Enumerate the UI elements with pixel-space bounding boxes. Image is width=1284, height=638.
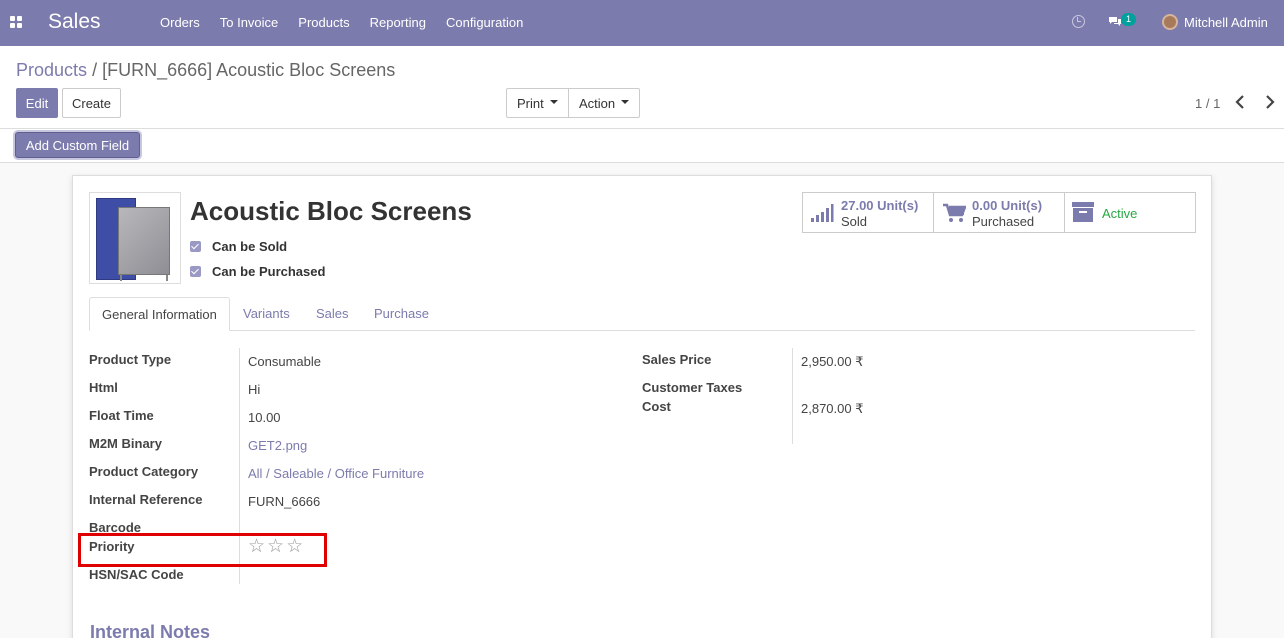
float-time-value: 10.00 bbox=[248, 410, 281, 425]
product-category-link[interactable]: All / Saleable / Office Furniture bbox=[248, 466, 424, 481]
product-type-label: Product Type bbox=[89, 352, 172, 367]
menu-orders[interactable]: Orders bbox=[150, 15, 210, 30]
sold-smart-button[interactable]: 27.00 Unit(s) Sold bbox=[803, 193, 934, 232]
chevron-right-icon[interactable] bbox=[1262, 94, 1276, 110]
add-custom-field-button[interactable]: Add Custom Field bbox=[15, 132, 140, 158]
caret-down-icon bbox=[621, 100, 630, 105]
can-be-purchased-row: Can be Purchased bbox=[190, 264, 325, 279]
hsn-sac-code-label: HSN/SAC Code bbox=[89, 567, 184, 582]
breadcrumb-current: [FURN_6666] Acoustic Bloc Screens bbox=[102, 60, 396, 80]
breadcrumb-separator: / bbox=[92, 60, 98, 80]
product-image[interactable] bbox=[89, 192, 181, 284]
chat-icon[interactable] bbox=[1108, 16, 1122, 27]
sold-value: 27.00 Unit(s) bbox=[841, 198, 919, 213]
html-value: Hi bbox=[248, 382, 261, 397]
purchased-label: Purchased bbox=[972, 214, 1035, 229]
cost-label: Cost bbox=[642, 399, 671, 414]
product-title: Acoustic Bloc Screens bbox=[190, 196, 472, 226]
screen-leg bbox=[166, 275, 168, 281]
internal-notes-title: Internal Notes bbox=[90, 622, 211, 638]
tab-sales[interactable]: Sales bbox=[304, 297, 361, 331]
action-label: Action bbox=[579, 95, 616, 111]
pager-value[interactable]: 1 / 1 bbox=[1195, 96, 1220, 111]
tab-variants[interactable]: Variants bbox=[231, 297, 302, 331]
print-dropdown-button[interactable]: Print bbox=[506, 88, 569, 118]
tab-purchase[interactable]: Purchase bbox=[362, 297, 441, 331]
sales-price-label: Sales Price bbox=[642, 352, 712, 367]
form-sheet: Acoustic Bloc Screens Can be Sold Can be… bbox=[72, 175, 1212, 638]
active-toggle-button[interactable]: Active bbox=[1065, 193, 1195, 232]
create-button[interactable]: Create bbox=[62, 88, 121, 118]
active-label: Active bbox=[1102, 206, 1138, 221]
top-navbar: Sales Orders To Invoice Products Reporti… bbox=[0, 0, 1284, 46]
breadcrumb: Products / [FURN_6666] Acoustic Bloc Scr… bbox=[16, 60, 395, 81]
form-tabs: General Information Variants Sales Purch… bbox=[89, 297, 1195, 331]
sales-price-value: 2,950.00 ₹ bbox=[801, 354, 864, 369]
internal-reference-label: Internal Reference bbox=[89, 492, 203, 507]
menu-products[interactable]: Products bbox=[288, 15, 359, 30]
apps-grid-icon[interactable] bbox=[10, 16, 22, 28]
user-avatar[interactable] bbox=[1162, 14, 1178, 30]
chat-count-badge: 1 bbox=[1121, 13, 1137, 26]
priority-highlight-box bbox=[78, 533, 327, 567]
control-panel: Products / [FURN_6666] Acoustic Bloc Scr… bbox=[0, 46, 1284, 129]
internal-reference-value: FURN_6666 bbox=[248, 494, 321, 509]
purchased-value: 0.00 Unit(s) bbox=[972, 198, 1043, 213]
action-dropdown-button[interactable]: Action bbox=[568, 88, 640, 118]
can-be-sold-row: Can be Sold bbox=[190, 239, 287, 254]
can-be-sold-checkbox[interactable] bbox=[190, 241, 201, 252]
chevron-left-icon[interactable] bbox=[1234, 94, 1248, 110]
print-label: Print bbox=[517, 95, 544, 111]
edit-button[interactable]: Edit bbox=[16, 88, 58, 118]
breadcrumb-products-link[interactable]: Products bbox=[16, 60, 87, 80]
cost-value: 2,870.00 ₹ bbox=[801, 401, 864, 416]
m2m-binary-label: M2M Binary bbox=[89, 436, 162, 451]
archive-icon bbox=[1072, 202, 1094, 222]
m2m-binary-link[interactable]: GET2.png bbox=[248, 438, 307, 453]
menu-to-invoice[interactable]: To Invoice bbox=[210, 15, 289, 30]
main-menu: Orders To Invoice Products Reporting Con… bbox=[150, 15, 533, 30]
screen-panel-front bbox=[118, 207, 170, 275]
can-be-purchased-checkbox[interactable] bbox=[190, 266, 201, 277]
screen-leg bbox=[120, 275, 122, 281]
can-be-purchased-label: Can be Purchased bbox=[212, 264, 326, 279]
float-time-label: Float Time bbox=[89, 408, 154, 423]
menu-reporting[interactable]: Reporting bbox=[360, 15, 436, 30]
menu-configuration[interactable]: Configuration bbox=[436, 15, 533, 30]
shopping-cart-icon bbox=[943, 203, 966, 222]
product-category-label: Product Category bbox=[89, 464, 199, 479]
can-be-sold-label: Can be Sold bbox=[212, 239, 288, 254]
app-brand[interactable]: Sales bbox=[48, 10, 101, 34]
customer-taxes-label: Customer Taxes bbox=[642, 380, 743, 395]
sold-label: Sold bbox=[841, 214, 868, 229]
purchased-smart-button[interactable]: 0.00 Unit(s) Purchased bbox=[934, 193, 1065, 232]
user-menu-name[interactable]: Mitchell Admin bbox=[1184, 15, 1268, 30]
product-type-value: Consumable bbox=[248, 354, 321, 369]
right-column-divider bbox=[792, 348, 793, 444]
tab-general-information[interactable]: General Information bbox=[89, 297, 230, 331]
signal-bars-icon bbox=[811, 204, 834, 222]
smart-buttons: 27.00 Unit(s) Sold 0.00 Unit(s) Purchase… bbox=[802, 192, 1196, 233]
html-label: Html bbox=[89, 380, 118, 395]
activity-clock-icon[interactable] bbox=[1072, 15, 1085, 28]
caret-down-icon bbox=[549, 100, 558, 105]
studio-bar: Add Custom Field bbox=[0, 129, 1284, 163]
